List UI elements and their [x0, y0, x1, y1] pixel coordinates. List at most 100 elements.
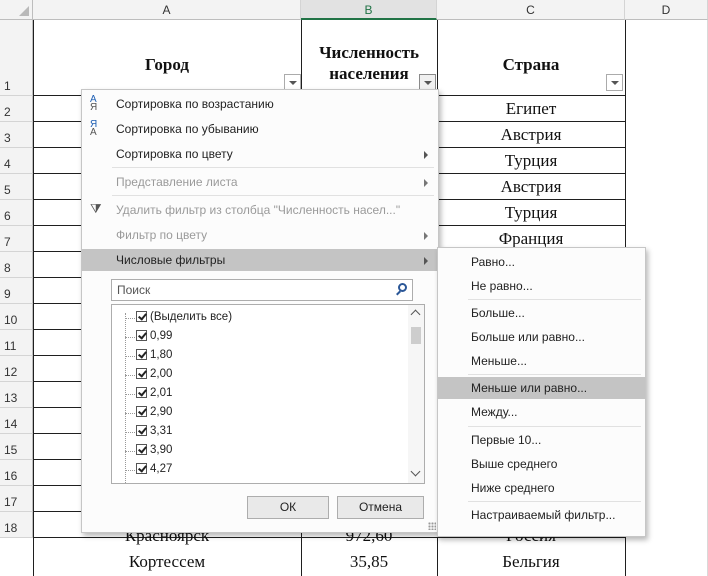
checkbox-checked-icon[interactable] [136, 387, 147, 398]
number-filter-option[interactable]: Равно... [438, 251, 645, 273]
checkbox-checked-icon[interactable] [136, 330, 147, 341]
checkbox-checked-icon[interactable] [136, 406, 147, 417]
checkbox-checked-icon[interactable] [136, 311, 147, 322]
cell-c3[interactable]: Австрия [437, 122, 625, 148]
menu-number-filters[interactable]: Числовые фильтры [82, 249, 438, 271]
number-filter-option[interactable]: Не равно... [438, 275, 645, 297]
checkbox-checked-icon[interactable] [136, 463, 147, 474]
value-checkbox-item[interactable]: 3,90 [136, 442, 172, 459]
value-checkbox-item[interactable]: 2,00 [136, 366, 172, 383]
tree-line [125, 394, 135, 395]
row-header-16[interactable]: 16 [0, 460, 33, 486]
tree-line [125, 413, 135, 414]
menu-separator [468, 426, 641, 427]
row-header-13[interactable]: 13 [0, 382, 33, 408]
number-filter-option[interactable]: Настраиваемый фильтр... [438, 504, 645, 526]
cell-b18[interactable]: 35,85 [301, 549, 437, 575]
checkbox-label: 4,27 [150, 463, 173, 475]
menu-separator [468, 374, 641, 375]
row-header-6[interactable]: 6 [0, 200, 33, 226]
value-checkbox-item[interactable]: 3,31 [136, 423, 172, 440]
filter-values-list[interactable]: (Выделить все) 0,99 1,80 2,00 2,01 2,90 3,31 3,… [111, 304, 425, 484]
row-header-14[interactable]: 14 [0, 408, 33, 434]
tree-line [125, 432, 135, 433]
menu-clear-filter[interactable]: ⧩ Удалить фильтр из столбца "Численность… [82, 199, 438, 221]
filter-dropdown-button-c[interactable] [606, 74, 623, 91]
cell-c2[interactable]: Египет [437, 96, 625, 122]
column-header-a[interactable]: A [33, 0, 301, 20]
checkbox-checked-icon[interactable] [136, 425, 147, 436]
menu-sort-ascending[interactable]: АЯ Сортировка по возрастанию [82, 93, 438, 115]
tree-line [125, 318, 135, 319]
list-scrollbar[interactable] [408, 305, 424, 483]
value-checkbox-item[interactable]: 2,01 [136, 385, 172, 402]
row-header-15[interactable]: 15 [0, 434, 33, 460]
number-filter-option[interactable]: Первые 10... [438, 429, 645, 451]
column-header-d[interactable]: D [625, 0, 708, 20]
row-header-18[interactable]: 18 [0, 512, 33, 538]
column-header-b[interactable]: B [301, 0, 437, 20]
cell-a18[interactable]: Кортессем [33, 549, 301, 575]
row-header-17[interactable]: 17 [0, 486, 33, 512]
tree-line [125, 313, 126, 483]
cell-c5[interactable]: Австрия [437, 174, 625, 200]
scroll-down-icon[interactable] [410, 466, 421, 477]
checkbox-checked-icon[interactable] [136, 368, 147, 379]
row-header-5[interactable]: 5 [0, 174, 33, 200]
number-filter-option[interactable]: Меньше или равно... [438, 377, 645, 399]
tree-line [125, 470, 135, 471]
header-population-line2: населения [329, 64, 409, 83]
number-filter-option[interactable]: Между... [438, 401, 645, 423]
number-filter-option[interactable]: Больше или равно... [438, 326, 645, 348]
menu-sheet-view[interactable]: Представление листа [82, 171, 438, 193]
number-filter-option[interactable]: Выше среднего [438, 453, 645, 475]
header-country: Страна [502, 55, 560, 74]
row-header-8[interactable]: 8 [0, 252, 33, 278]
menu-separator [468, 501, 641, 502]
resize-grip-icon[interactable] [428, 522, 436, 530]
filter-search-input[interactable]: Поиск [111, 279, 413, 301]
checkbox-label: (Выделить все) [150, 311, 233, 323]
checkbox-label: 0,99 [150, 330, 173, 342]
menu-separator [468, 299, 641, 300]
cancel-button[interactable]: Отмена [337, 496, 424, 519]
select-all-corner[interactable] [0, 0, 33, 20]
row-header-9[interactable]: 9 [0, 278, 33, 304]
row-header-12[interactable]: 12 [0, 356, 33, 382]
number-filter-option[interactable]: Ниже среднего [438, 477, 645, 499]
column-header-c[interactable]: C [437, 0, 625, 20]
number-filter-option[interactable]: Больше... [438, 302, 645, 324]
row-header-1[interactable]: 1 [0, 20, 33, 96]
cell-c4[interactable]: Турция [437, 148, 625, 174]
row-header-10[interactable]: 10 [0, 304, 33, 330]
value-checkbox-item[interactable]: 2,90 [136, 404, 172, 421]
value-checkbox-item[interactable]: 0,99 [136, 328, 172, 345]
menu-separator [112, 195, 434, 196]
checkbox-checked-icon[interactable] [136, 444, 147, 455]
cell-c18[interactable]: Бельгия [437, 549, 625, 575]
scroll-up-icon[interactable] [410, 309, 421, 320]
menu-filter-by-color[interactable]: Фильтр по цвету [82, 224, 438, 246]
value-checkbox-item[interactable]: 4,27 [136, 461, 172, 478]
checkbox-checked-icon[interactable] [136, 349, 147, 360]
autofilter-menu: АЯ Сортировка по возрастанию ЯА Сортиров… [81, 89, 439, 533]
ok-button[interactable]: ОК [247, 496, 329, 519]
search-placeholder: Поиск [117, 283, 151, 297]
select-all-checkbox-item[interactable]: (Выделить все) [136, 309, 232, 326]
row-header-2[interactable]: 2 [0, 96, 33, 122]
search-icon [398, 283, 407, 292]
checkbox-label: 2,00 [150, 368, 173, 380]
row-header-4[interactable]: 4 [0, 148, 33, 174]
menu-sort-by-color[interactable]: Сортировка по цвету [82, 143, 438, 165]
menu-sort-descending[interactable]: ЯА Сортировка по убыванию [82, 118, 438, 140]
row-header-3[interactable]: 3 [0, 122, 33, 148]
row-header-11[interactable]: 11 [0, 330, 33, 356]
row-header-7[interactable]: 7 [0, 226, 33, 252]
scroll-thumb[interactable] [411, 327, 421, 344]
submenu-arrow-icon [424, 151, 428, 159]
cell-c6[interactable]: Турция [437, 200, 625, 226]
submenu-arrow-icon [424, 232, 428, 240]
value-checkbox-item[interactable]: 1,80 [136, 347, 172, 364]
checkbox-label: 3,31 [150, 425, 173, 437]
number-filter-option[interactable]: Меньше... [438, 350, 645, 372]
